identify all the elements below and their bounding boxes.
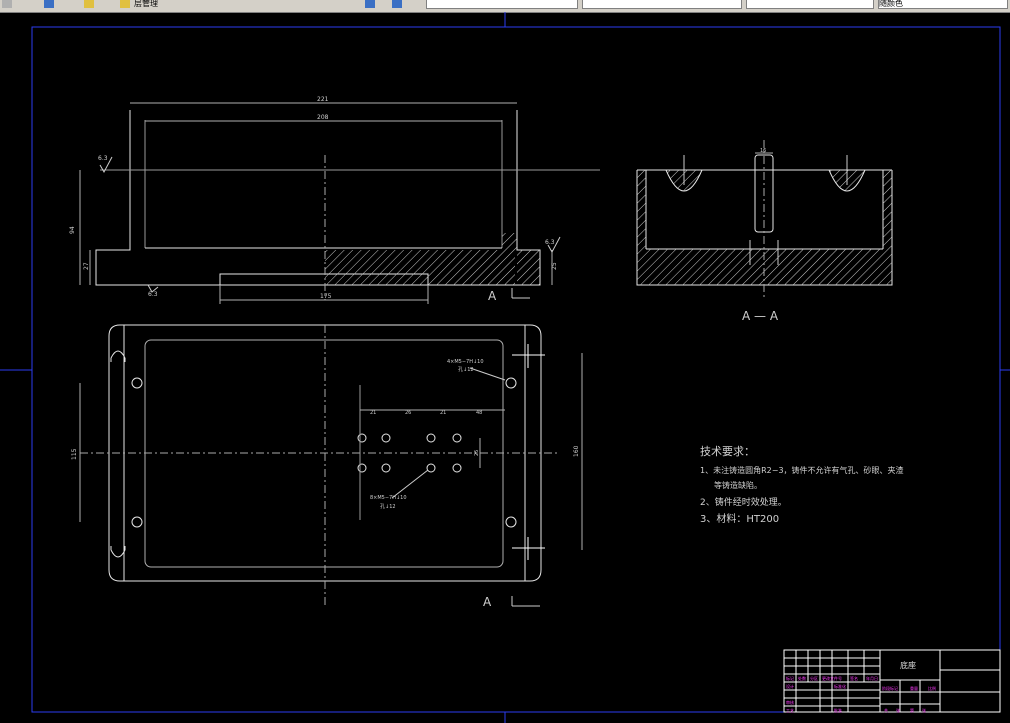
- dim-bottom-slot: 175: [320, 293, 332, 300]
- dim-section-width: 16: [760, 148, 766, 154]
- tb-cell: 比例: [928, 685, 936, 691]
- tb-cell: 重量: [910, 685, 918, 691]
- tb-cell: 签名: [850, 675, 858, 681]
- section-mark-bottom: A: [483, 595, 492, 609]
- layer-previous-icon[interactable]: [365, 0, 375, 8]
- layer-icon[interactable]: [44, 0, 54, 8]
- dim-grid-c: 21: [440, 410, 446, 416]
- tb-cell: 更改文件号: [822, 675, 842, 681]
- callout-top-right-line1: 4×M5−7H↓10: [447, 359, 484, 365]
- tb-cell: 共: [884, 707, 888, 713]
- roughness-3: 6.3: [545, 239, 555, 246]
- section-title: A — A: [742, 309, 779, 323]
- cad-drawing-canvas[interactable]: 221 208 94 27 25 175 6.3 6.3 6.3 A A 115…: [0, 12, 1010, 723]
- dim-grid-vert: 25: [474, 450, 480, 456]
- roughness-1: 6.3: [98, 155, 108, 162]
- tb-cell: 批准: [834, 707, 842, 713]
- roughness-2: 6.3: [148, 291, 158, 298]
- pan-icon[interactable]: [2, 0, 12, 8]
- tb-cell: 年月日: [866, 675, 878, 681]
- tech-requirements: 技术要求： 1、未注铸造圆角R2−3，铸件不允许有气孔、砂眼、夹渣 等铸造缺陷。…: [700, 445, 904, 525]
- tb-cell: 标记: [786, 675, 794, 681]
- title-block: [783, 649, 1001, 713]
- callout-center-line1: 8×M5−7H↓10: [370, 495, 407, 501]
- tb-cell: 张: [922, 707, 926, 713]
- tech-item-3: 3、材料：HT200: [700, 512, 779, 525]
- callout-center-line2: 孔↓12: [380, 503, 396, 510]
- dim-top-inner: 208: [317, 114, 329, 121]
- dim-height-base: 27: [83, 262, 90, 270]
- callout-top-right-line2: 孔↓12: [458, 366, 474, 373]
- dim-top-outer: 221: [317, 96, 329, 103]
- section-mark-top: A: [488, 289, 497, 303]
- drawing-frame: [31, 26, 1001, 713]
- tb-cell: 处数: [798, 675, 806, 681]
- dim-plan-height-left: 115: [71, 448, 78, 460]
- plotstyle-combo[interactable]: 随颜色: [878, 0, 1008, 9]
- part-name: 底座: [900, 660, 916, 670]
- dim-grid-b: 26: [405, 410, 411, 416]
- dim-height-total: 94: [69, 226, 76, 234]
- tech-item-1b: 等铸造缺陷。: [714, 480, 762, 490]
- dim-grid-a: 21: [370, 410, 376, 416]
- tb-cell: 审核: [786, 699, 794, 705]
- tb-cell: 阶段标记: [882, 685, 898, 691]
- tb-cell: 分区: [810, 675, 818, 681]
- tb-cell: 第: [910, 707, 914, 713]
- sun-icon[interactable]: [120, 0, 130, 8]
- color-combo[interactable]: [582, 0, 742, 9]
- tb-cell: 设计: [786, 683, 794, 689]
- tech-heading: 技术要求：: [700, 445, 755, 458]
- dim-base-right: 25: [551, 262, 558, 270]
- section-aa-view: [636, 140, 893, 300]
- tb-cell: 张: [896, 707, 900, 713]
- layer-combo[interactable]: [426, 0, 578, 9]
- tb-cell: 工艺: [786, 708, 794, 713]
- tb-cell: 标准化: [834, 683, 846, 689]
- bulb-icon[interactable]: [84, 0, 94, 8]
- dim-plan-height-right: 160: [573, 445, 580, 457]
- tech-item-1: 1、未注铸造圆角R2−3，铸件不允许有气孔、砂眼、夹渣: [700, 465, 904, 475]
- plan-view: [79, 324, 583, 606]
- linetype-combo[interactable]: [746, 0, 874, 9]
- layer-states-icon[interactable]: [392, 0, 402, 8]
- layer-manager-label[interactable]: 层管理: [134, 0, 158, 10]
- tech-item-2: 2、铸件经时效处理。: [700, 496, 787, 508]
- dim-grid-d: 48: [476, 410, 482, 416]
